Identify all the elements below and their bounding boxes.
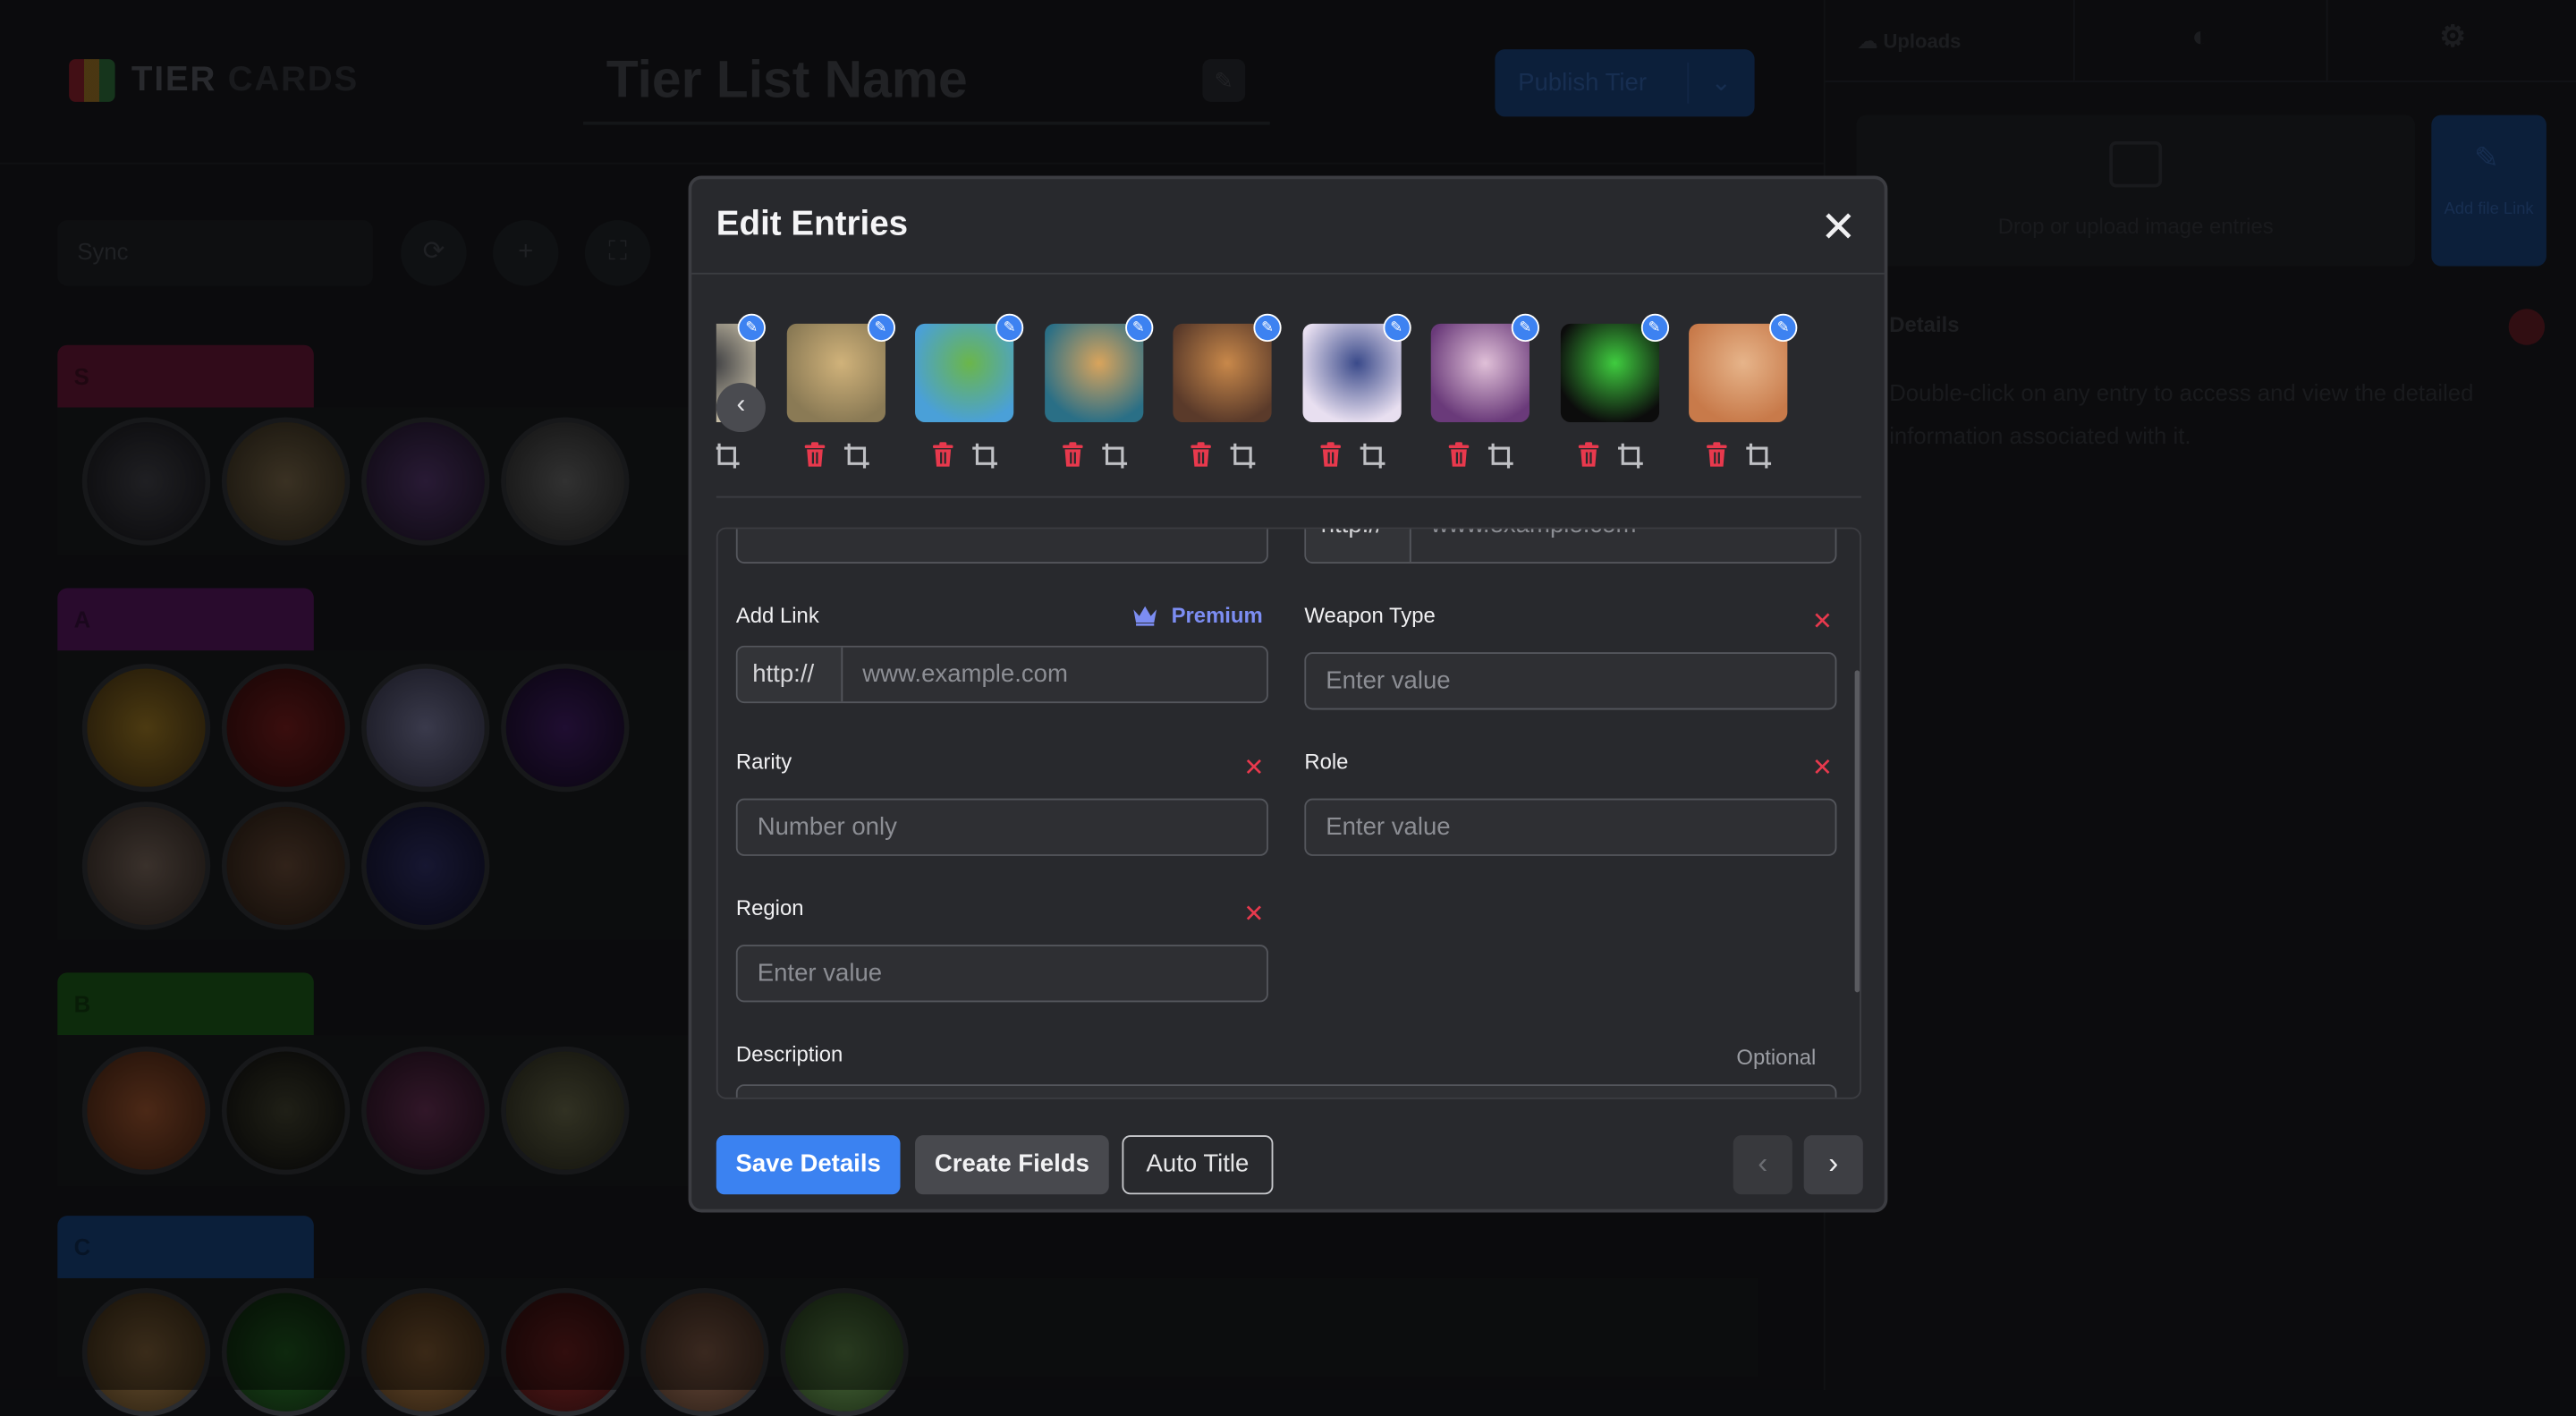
region-input[interactable]: Enter value [735,945,1268,1003]
entry-image[interactable] [1559,323,1659,423]
link-input[interactable]: www.example.com [1411,529,1835,562]
delete-entry-icon[interactable] [1190,442,1216,471]
delete-entry-icon[interactable] [802,442,828,471]
delete-entry-icon[interactable] [1061,442,1087,471]
crop-entry-icon[interactable] [1358,442,1387,471]
edit-entry-icon[interactable]: ✎ [1640,313,1669,343]
link-prefix: http:// [1306,529,1411,563]
remove-weapon-type-icon[interactable]: ✕ [1812,609,1833,634]
entry-image[interactable] [915,323,1014,423]
rarity-input[interactable]: Number only [735,798,1268,856]
crown-icon [1133,606,1157,626]
premium-label: Premium [1171,603,1263,628]
role-label: Role [1304,749,1349,775]
crop-entry-icon[interactable] [1487,442,1516,471]
crop-entry-icon[interactable] [970,442,1000,471]
modal-title: Edit Entries [716,205,909,243]
entry-details-form: http:// www.example.com Add Link Premium… [716,527,1861,1099]
top-field-input[interactable] [735,529,1268,564]
description-optional-hint: Optional [1736,1045,1817,1070]
delete-entry-icon[interactable] [1705,442,1731,471]
edit-entry-icon[interactable]: ✎ [1769,313,1798,343]
weapon-type-label: Weapon Type [1304,603,1436,628]
remove-region-icon[interactable]: ✕ [1243,902,1264,927]
crop-entry-icon[interactable] [1100,442,1130,471]
remove-rarity-icon[interactable]: ✕ [1243,756,1264,781]
entry-thumbnail-strip: ✎ ✎ ✎ ✎ ✎ ✎ ✎ ✎ ✎ ‹ [716,297,1861,498]
role-input[interactable]: Enter value [1304,798,1837,856]
crop-entry-icon[interactable] [842,442,871,471]
weapon-type-input[interactable]: Enter value [1304,652,1837,710]
edit-entry-icon[interactable]: ✎ [996,313,1024,343]
close-icon[interactable]: ✕ [1818,206,1858,249]
delete-entry-icon[interactable] [1318,442,1344,471]
delete-entry-icon[interactable] [931,442,957,471]
edit-entry-icon[interactable]: ✎ [1253,313,1282,343]
edit-entry-icon[interactable]: ✎ [866,313,895,343]
chevron-right-icon[interactable]: › [1803,1135,1863,1195]
add-link-field[interactable]: http:// www.example.com [735,645,1268,704]
edit-entry-icon[interactable]: ✎ [737,313,766,343]
auto-title-button[interactable]: Auto Title [1122,1135,1274,1195]
chevron-left-icon[interactable]: ‹ [716,382,766,433]
remove-role-icon[interactable]: ✕ [1812,756,1833,781]
entry-image[interactable] [1430,323,1530,423]
region-label: Region [735,895,804,920]
chevron-left-icon[interactable]: ‹ [1733,1135,1792,1195]
form-scrollbar[interactable] [1854,670,1860,993]
delete-entry-icon[interactable] [1447,442,1473,471]
link-prefix: http:// [737,647,843,702]
save-details-button[interactable]: Save Details [716,1135,901,1195]
description-textarea[interactable] [735,1084,1837,1098]
delete-entry-icon[interactable] [1576,442,1602,471]
modal-header: Edit Entries ✕ [691,179,1885,275]
crop-entry-icon[interactable] [1615,442,1645,471]
description-label: Description [735,1041,843,1067]
create-fields-button[interactable]: Create Fields [915,1135,1109,1195]
entry-image[interactable] [785,323,886,423]
edit-entry-icon[interactable]: ✎ [1511,313,1539,343]
entry-image[interactable] [1301,323,1401,423]
rarity-label: Rarity [735,749,792,775]
crop-entry-icon[interactable] [1229,442,1258,471]
edit-entry-icon[interactable]: ✎ [1124,313,1153,343]
edit-entries-modal: Edit Entries ✕ ✎ ✎ ✎ ✎ ✎ ✎ ✎ ✎ ✎ ‹ http:// www.e… [688,175,1888,1213]
premium-badge[interactable]: Premium [1131,603,1263,628]
entry-image[interactable] [1044,323,1143,423]
top-link-field[interactable]: http:// www.example.com [1304,529,1837,564]
crop-entry-icon[interactable] [1745,442,1775,471]
entry-image[interactable] [1173,323,1272,423]
entry-image[interactable] [1689,323,1788,423]
edit-entry-icon[interactable]: ✎ [1382,313,1411,343]
link-input[interactable]: www.example.com [843,648,1267,702]
add-link-label: Add Link [735,603,819,628]
app-root: TIER CARDS Tier List Name ✎ Publish Tier… [0,0,2576,1416]
crop-entry-icon[interactable] [716,442,742,471]
